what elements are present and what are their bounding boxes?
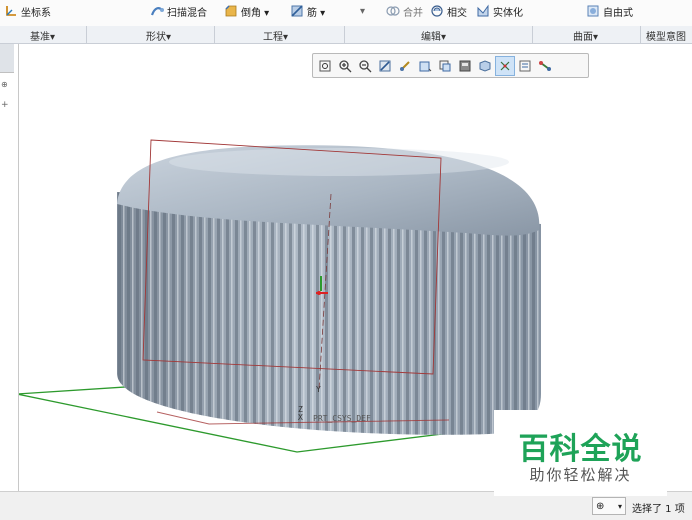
rib-icon bbox=[291, 5, 303, 17]
solidify-icon bbox=[477, 4, 489, 17]
saved-views-button[interactable] bbox=[436, 57, 454, 75]
group-separator bbox=[640, 26, 641, 43]
zoom-out-button[interactable] bbox=[356, 57, 374, 75]
chevron-down-icon: ▾ bbox=[360, 5, 366, 17]
group-separator bbox=[214, 26, 215, 43]
group-datum[interactable]: 基准▾ bbox=[30, 28, 55, 43]
ribbon-group-bar: 基准▾ 形状▾ 工程▾ 编辑▾ 曲面▾ 模型意图 bbox=[0, 26, 692, 44]
saved-views-icon bbox=[439, 60, 451, 71]
tree-expand-icon[interactable]: ⊕ bbox=[1, 80, 8, 89]
chevron-down-icon: ▾ bbox=[617, 501, 622, 511]
view-toolbar bbox=[312, 53, 589, 78]
group-surfaces[interactable]: 曲面▾ bbox=[573, 28, 598, 43]
merge-button[interactable]: 合并 bbox=[386, 2, 423, 20]
appearance-icon bbox=[479, 59, 491, 72]
view-manager-button[interactable] bbox=[456, 57, 474, 75]
group-shapes[interactable]: 形状▾ bbox=[146, 28, 171, 43]
coordinate-system-button[interactable]: 坐标系 bbox=[4, 2, 51, 20]
repaint-button[interactable] bbox=[376, 57, 394, 75]
model-tree-panel[interactable]: ⊕ + bbox=[0, 44, 19, 491]
intersect-icon bbox=[431, 5, 443, 17]
panel-tab[interactable] bbox=[0, 44, 14, 73]
chamfer-button[interactable]: 倒角 ▾ bbox=[224, 2, 269, 20]
refit-button[interactable] bbox=[316, 57, 334, 75]
display-style-button[interactable] bbox=[416, 57, 434, 75]
solidify-button[interactable]: 实体化 bbox=[476, 2, 523, 20]
datum-display-button[interactable] bbox=[495, 55, 515, 76]
binoculars-icon: ⊕ bbox=[596, 500, 605, 512]
refit-icon bbox=[319, 60, 331, 71]
appearance-button[interactable] bbox=[476, 57, 494, 75]
axis-x-label: X bbox=[298, 413, 303, 422]
swept-blend-button[interactable]: 扫描混合 bbox=[150, 2, 207, 20]
intersect-label: 相交 bbox=[447, 7, 467, 19]
rib-label: 筋 ▾ bbox=[307, 7, 326, 19]
ribbon: 坐标系 扫描混合 倒角 ▾ 筋 ▾ ▾ 合并 相交 实体化 自由式 bbox=[0, 0, 692, 27]
intersect-button[interactable]: 相交 bbox=[430, 2, 467, 20]
spin-mode-button[interactable] bbox=[536, 57, 554, 75]
chamfer-label: 倒角 ▾ bbox=[241, 7, 270, 19]
cap-model[interactable] bbox=[117, 139, 541, 435]
group-separator bbox=[86, 26, 87, 43]
spin-center-button[interactable] bbox=[396, 57, 414, 75]
spin-mode-icon bbox=[539, 60, 551, 71]
watermark-logo: 百科全说 助你轻松解决 bbox=[494, 410, 667, 496]
zoom-in-button[interactable] bbox=[336, 57, 354, 75]
dropdown-arrow[interactable]: ▾ bbox=[360, 2, 365, 20]
selection-filter-button[interactable]: ⊕ ▾ bbox=[592, 497, 626, 515]
swept-blend-icon bbox=[150, 7, 164, 16]
solidify-label: 实体化 bbox=[493, 7, 523, 19]
group-separator bbox=[344, 26, 345, 43]
display-style-icon bbox=[419, 61, 432, 71]
zoom-in-icon bbox=[339, 59, 352, 72]
annotation-display-button[interactable] bbox=[516, 57, 534, 75]
group-editing[interactable]: 编辑▾ bbox=[421, 28, 446, 43]
group-model-intent[interactable]: 模型意图 bbox=[646, 28, 686, 43]
annotation-display-icon bbox=[519, 60, 531, 71]
merge-label: 合并 bbox=[403, 7, 423, 19]
coordinate-system-label: 坐标系 bbox=[21, 7, 51, 19]
repaint-icon bbox=[379, 60, 391, 71]
watermark-subtitle: 助你轻松解决 bbox=[529, 466, 632, 484]
coordinate-system-icon bbox=[6, 6, 16, 16]
tree-add-icon[interactable]: + bbox=[1, 100, 9, 110]
spin-center-icon bbox=[400, 60, 410, 71]
csys-label[interactable]: PRT_CSYS_DEF bbox=[313, 414, 371, 423]
chamfer-icon bbox=[225, 5, 237, 17]
zoom-out-icon bbox=[359, 59, 372, 72]
freestyle-label: 自由式 bbox=[603, 7, 633, 19]
datum-display-icon bbox=[500, 61, 510, 70]
rib-button[interactable]: 筋 ▾ bbox=[290, 2, 325, 20]
freestyle-button[interactable]: 自由式 bbox=[586, 2, 633, 20]
group-separator bbox=[532, 26, 533, 43]
view-manager-icon bbox=[459, 60, 471, 71]
merge-icon bbox=[386, 6, 400, 16]
group-engineering[interactable]: 工程▾ bbox=[263, 28, 288, 43]
selection-status: 选择了 1 项 bbox=[632, 504, 685, 515]
axis-y-label: Y bbox=[316, 385, 321, 394]
watermark-title: 百科全说 bbox=[518, 432, 643, 467]
swept-blend-label: 扫描混合 bbox=[167, 7, 207, 19]
freestyle-icon bbox=[587, 5, 599, 17]
